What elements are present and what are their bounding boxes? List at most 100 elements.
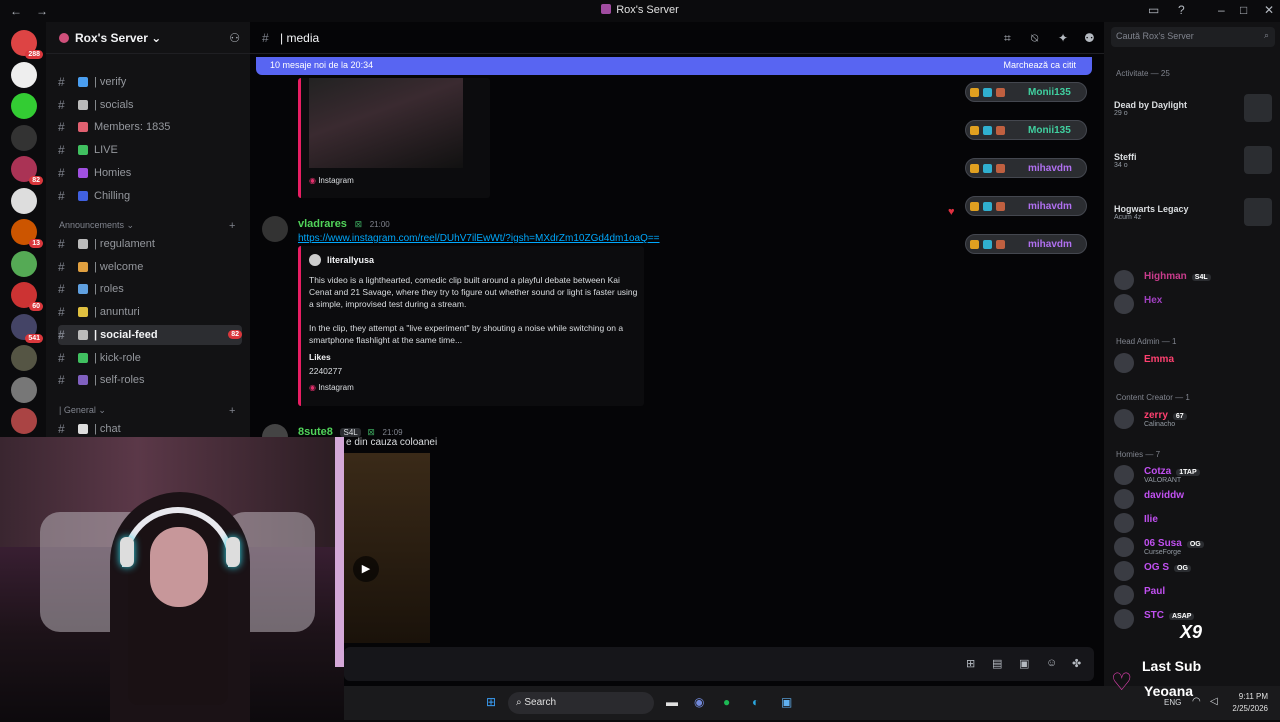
channel-item[interactable]: # Homies: [58, 163, 242, 183]
game-icon: [1244, 146, 1272, 174]
member-item[interactable]: Cotza 1TAP VALORANT: [1114, 463, 1278, 487]
activity-card[interactable]: Hogwarts Legacy Acum 4z: [1114, 198, 1274, 226]
channel-item[interactable]: # | self-roles: [58, 370, 242, 390]
server-icon: [601, 4, 612, 14]
member-item[interactable]: Highman S4L: [1114, 268, 1278, 292]
member-item[interactable]: OG S OG: [1114, 559, 1278, 583]
search-input[interactable]: Caută Rox's Server ⌕: [1111, 27, 1275, 47]
help-icon[interactable]: ?: [1178, 3, 1185, 17]
server-icon[interactable]: [11, 93, 37, 119]
server-icon[interactable]: [11, 376, 37, 403]
server-icon[interactable]: 13: [11, 219, 43, 248]
reaction-role-row[interactable]: mihavdm: [965, 234, 1087, 254]
gift-icon[interactable]: ⊞: [966, 657, 975, 670]
add-user-icon[interactable]: ⚇: [229, 31, 240, 45]
server-icon[interactable]: 541: [11, 313, 43, 343]
channel-emoji-icon: [78, 239, 88, 249]
reaction-role-row[interactable]: Monii135: [965, 120, 1087, 140]
channel-item[interactable]: # | socials: [58, 95, 242, 115]
avatar: [1114, 409, 1134, 429]
activity-card[interactable]: Dead by Daylight 29 o: [1114, 94, 1274, 122]
emoji-icon[interactable]: ☺: [1046, 657, 1057, 669]
member-list-icon[interactable]: ⚉: [1084, 31, 1095, 45]
message-link[interactable]: https://www.instagram.com/reel/DUhV7ilEw…: [298, 233, 660, 244]
member-item[interactable]: daviddw: [1114, 487, 1278, 511]
server-icon[interactable]: 82: [11, 156, 43, 185]
server-icon[interactable]: [11, 187, 37, 214]
new-messages-bar[interactable]: 10 mesaje noi de la 20:34 Marchează ca c…: [256, 57, 1092, 75]
channel-item[interactable]: # | social-feed 82: [58, 324, 242, 345]
close-icon[interactable]: ✕: [1264, 3, 1274, 17]
role-icon: [983, 240, 992, 249]
member-tag: ASAP: [1169, 613, 1195, 620]
heart-reaction-icon[interactable]: ♥: [948, 206, 955, 218]
add-channel-icon[interactable]: +: [229, 405, 235, 417]
server-icon[interactable]: [11, 408, 37, 434]
search-placeholder: Caută Rox's Server: [1116, 31, 1194, 41]
channel-item[interactable]: # | verify: [58, 72, 242, 92]
channel-item[interactable]: # | anunturi: [58, 302, 242, 322]
avatar[interactable]: [262, 216, 288, 242]
member-item[interactable]: 06 Susa OG CurseForge: [1114, 535, 1278, 559]
member-name-text: Emma: [1144, 354, 1175, 365]
embed-image[interactable]: [309, 78, 463, 168]
mute-icon[interactable]: ⍉: [1031, 31, 1038, 46]
maximize-icon[interactable]: □: [1240, 3, 1247, 17]
edge-icon[interactable]: ◐: [752, 695, 759, 709]
app-icon[interactable]: ▣: [781, 695, 792, 709]
reaction-role-row[interactable]: mihavdm: [965, 158, 1087, 178]
member-item[interactable]: zerry 67 Calinacho: [1114, 407, 1278, 431]
server-icon[interactable]: 60: [11, 282, 43, 311]
pin-icon[interactable]: ✦: [1058, 31, 1068, 45]
role-icon: [996, 202, 1005, 211]
category-announcements[interactable]: Announcements ⌄ +: [59, 220, 235, 232]
sticker-icon[interactable]: ▣: [1019, 657, 1029, 670]
windows-start-icon[interactable]: ⊞: [486, 695, 496, 709]
channel-item[interactable]: # Members: 1835: [58, 117, 242, 137]
add-channel-icon[interactable]: +: [229, 220, 235, 232]
member-name-text: STC: [1144, 610, 1164, 621]
server-icon[interactable]: [11, 61, 37, 88]
channel-item[interactable]: # | roles: [58, 279, 242, 299]
embed-author[interactable]: literallyusa: [309, 254, 374, 266]
mark-as-read-button[interactable]: Marchează ca citit: [1003, 60, 1076, 70]
member-item[interactable]: Hex: [1114, 292, 1278, 316]
reaction-user: mihavdm: [1028, 201, 1072, 212]
member-item[interactable]: Ilie: [1114, 511, 1278, 535]
server-header[interactable]: Rox's Server ⌄ ⚇: [46, 22, 250, 54]
avatar: [1114, 561, 1134, 581]
member-name: daviddw: [1144, 490, 1184, 501]
channel-item[interactable]: # LIVE: [58, 140, 242, 160]
reaction-role-row[interactable]: mihavdm: [965, 196, 1087, 216]
server-icon[interactable]: [11, 124, 37, 151]
embed-field-value: 2240277: [309, 366, 343, 376]
minimize-icon[interactable]: –: [1218, 3, 1225, 17]
channel-item[interactable]: # | welcome: [58, 257, 242, 277]
server-icon[interactable]: 288: [11, 30, 43, 59]
discord-icon[interactable]: ◉: [694, 695, 704, 709]
apps-icon[interactable]: ✤: [1072, 657, 1081, 670]
member-item[interactable]: Emma: [1114, 351, 1278, 375]
server-icon[interactable]: [11, 345, 37, 371]
category-general[interactable]: | General ⌄ +: [59, 405, 235, 417]
server-icon[interactable]: [11, 250, 37, 277]
channel-item[interactable]: # Chilling: [58, 186, 242, 206]
member-item[interactable]: Paul: [1114, 583, 1278, 607]
hash-icon: #: [58, 305, 65, 320]
play-icon[interactable]: ▶: [353, 556, 379, 582]
taskbar-search[interactable]: ⌕ Search: [508, 692, 654, 714]
channel-item[interactable]: # | chat: [58, 419, 242, 439]
reaction-user: mihavdm: [1028, 163, 1072, 174]
channel-item[interactable]: # | kick-role: [58, 348, 242, 368]
gif-icon[interactable]: ▤: [992, 657, 1002, 670]
activity-card[interactable]: Steffi 34 o: [1114, 146, 1274, 174]
inbox-icon[interactable]: ▭: [1148, 3, 1159, 17]
spotify-icon[interactable]: ●: [723, 695, 730, 709]
message-composer[interactable]: ⊞ ▤ ▣ ☺ ✤: [344, 647, 1094, 681]
threads-icon[interactable]: ⌗: [1004, 31, 1011, 46]
reaction-role-row[interactable]: Monii135: [965, 82, 1087, 102]
channel-item[interactable]: # | regulament: [58, 234, 242, 254]
video-attachment[interactable]: ▶: [344, 453, 430, 643]
file-explorer-icon[interactable]: ▬: [666, 695, 678, 709]
member-tag: 67: [1172, 413, 1187, 420]
